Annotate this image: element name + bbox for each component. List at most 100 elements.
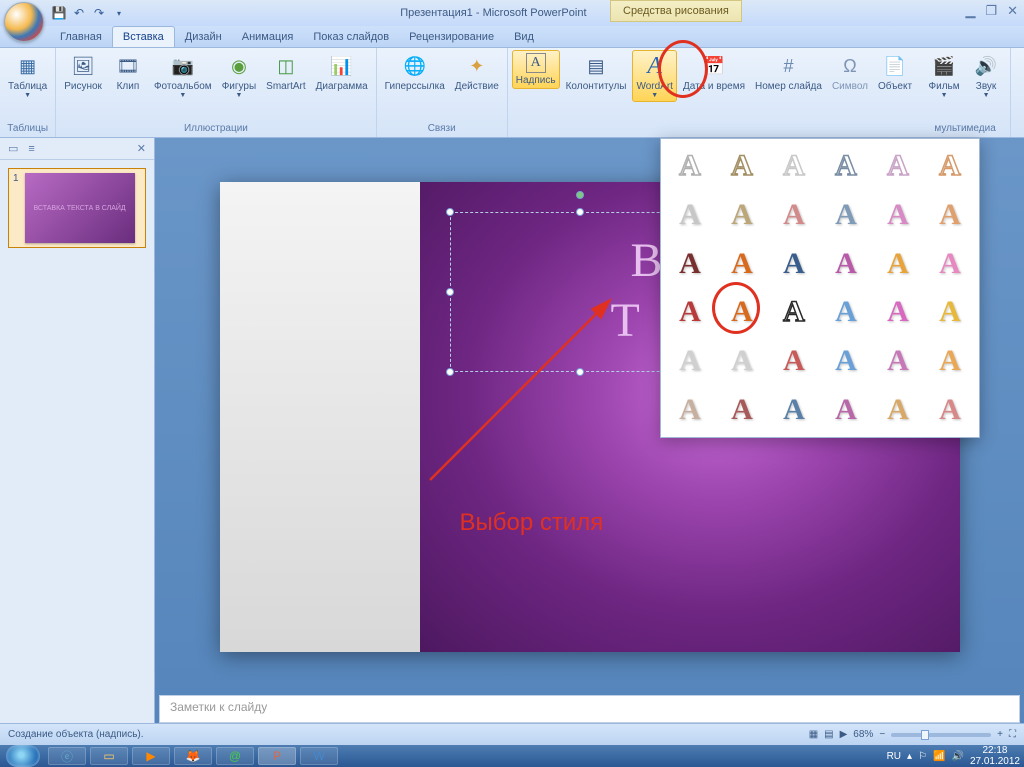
wordart-style-4[interactable]: A	[873, 143, 923, 190]
view-sorter-icon[interactable]: ▤	[824, 729, 833, 740]
wordart-style-25[interactable]: A	[717, 338, 767, 385]
wordart-style-22[interactable]: A	[873, 289, 923, 336]
start-button[interactable]	[6, 745, 40, 767]
wordart-style-14[interactable]: A	[769, 240, 819, 287]
wordart-style-17[interactable]: A	[925, 240, 975, 287]
tab-home[interactable]: Главная	[50, 27, 112, 47]
notes-pane[interactable]: Заметки к слайду	[159, 695, 1020, 723]
wordart-style-20[interactable]: A	[769, 289, 819, 336]
zoom-in-icon[interactable]: +	[997, 729, 1003, 740]
tab-animation[interactable]: Анимация	[232, 27, 304, 47]
wordart-style-26[interactable]: A	[769, 338, 819, 385]
tab-slideshow[interactable]: Показ слайдов	[303, 27, 399, 47]
wordart-style-0[interactable]: A	[665, 143, 715, 190]
chart-button[interactable]: 📊Диаграмма	[312, 50, 372, 95]
redo-icon[interactable]: ↷	[90, 4, 108, 22]
shapes-button[interactable]: ◉Фигуры▼	[218, 50, 260, 102]
tab-view[interactable]: Вид	[504, 27, 544, 47]
clock[interactable]: 22:18 27.01.2012	[970, 745, 1020, 767]
object-button[interactable]: 📄Объект	[874, 50, 916, 95]
wordart-style-9[interactable]: A	[821, 192, 871, 239]
wordart-style-1[interactable]: A	[717, 143, 767, 190]
tab-insert[interactable]: Вставка	[112, 26, 175, 47]
language-indicator[interactable]: RU	[887, 751, 901, 762]
wordart-style-15[interactable]: A	[821, 240, 871, 287]
wordart-button[interactable]: AWordArt▼	[632, 50, 677, 102]
task-ie[interactable]: ⓔ	[48, 747, 86, 765]
task-player[interactable]: ▶	[132, 747, 170, 765]
wordart-style-34[interactable]: A	[873, 386, 923, 433]
sound-button[interactable]: 🔊Звук▼	[966, 50, 1006, 102]
wordart-style-27[interactable]: A	[821, 338, 871, 385]
wordart-style-16[interactable]: A	[873, 240, 923, 287]
zoom-slider-thumb[interactable]	[921, 730, 929, 740]
slide-thumbnail-1[interactable]: 1 ВСТАВКА ТЕКСТА В СЛАЙД	[8, 168, 146, 248]
wordart-style-29[interactable]: A	[925, 338, 975, 385]
view-slideshow-icon[interactable]: ▶	[840, 729, 848, 740]
wordart-style-6[interactable]: A	[665, 192, 715, 239]
wordart-style-3[interactable]: A	[821, 143, 871, 190]
fit-icon[interactable]: ⛶	[1009, 729, 1016, 740]
movie-button[interactable]: 🎬Фильм▼	[924, 50, 964, 102]
wordart-style-13[interactable]: A	[717, 240, 767, 287]
wordart-style-35[interactable]: A	[925, 386, 975, 433]
wordart-style-12[interactable]: A	[665, 240, 715, 287]
wordart-style-24[interactable]: A	[665, 338, 715, 385]
resize-handle-mb[interactable]	[576, 368, 584, 376]
action-button[interactable]: ✦Действие	[451, 50, 503, 95]
table-button[interactable]: ▦ Таблица ▼	[4, 50, 51, 102]
wordart-style-11[interactable]: A	[925, 192, 975, 239]
outline-tab-icon[interactable]: ≡	[28, 143, 34, 155]
resize-handle-tl[interactable]	[446, 208, 454, 216]
datetime-button[interactable]: 📅Дата и время	[679, 50, 749, 95]
album-button[interactable]: 📷Фотоальбом▼	[150, 50, 216, 102]
contextual-tab-drawing[interactable]: Средства рисования	[610, 0, 742, 22]
slides-tab-icon[interactable]: ▭	[8, 142, 18, 155]
resize-handle-mt[interactable]	[576, 208, 584, 216]
wordart-style-19[interactable]: A	[717, 289, 767, 336]
wordart-style-5[interactable]: A	[925, 143, 975, 190]
minimize-icon[interactable]: ▁	[965, 3, 975, 19]
wordart-style-32[interactable]: A	[769, 386, 819, 433]
wordart-style-7[interactable]: A	[717, 192, 767, 239]
slidenum-button[interactable]: #Номер слайда	[751, 50, 826, 95]
close-icon[interactable]: ✕	[1007, 3, 1018, 19]
wordart-style-28[interactable]: A	[873, 338, 923, 385]
smartart-button[interactable]: ◫SmartArt	[262, 50, 309, 95]
restore-icon[interactable]: ❐	[985, 3, 997, 19]
tray-flag-icon[interactable]: ⚐	[918, 751, 927, 762]
rotate-handle[interactable]	[576, 191, 584, 199]
task-mail[interactable]: @	[216, 747, 254, 765]
tab-design[interactable]: Дизайн	[175, 27, 232, 47]
zoom-slider[interactable]	[891, 733, 991, 737]
task-explorer[interactable]: ▭	[90, 747, 128, 765]
resize-handle-bl[interactable]	[446, 368, 454, 376]
qat-more-icon[interactable]: ▾	[110, 4, 128, 22]
wordart-style-23[interactable]: A	[925, 289, 975, 336]
wordart-style-8[interactable]: A	[769, 192, 819, 239]
tab-review[interactable]: Рецензирование	[399, 27, 504, 47]
office-button[interactable]	[4, 2, 44, 42]
task-powerpoint[interactable]: P	[258, 747, 296, 765]
task-word[interactable]: W	[300, 747, 338, 765]
wordart-style-2[interactable]: A	[769, 143, 819, 190]
symbol-button[interactable]: ΩСимвол	[828, 50, 872, 95]
wordart-style-33[interactable]: A	[821, 386, 871, 433]
undo-icon[interactable]: ↶	[70, 4, 88, 22]
view-normal-icon[interactable]: ▦	[809, 729, 818, 740]
wordart-style-30[interactable]: A	[665, 386, 715, 433]
zoom-out-icon[interactable]: −	[879, 729, 885, 740]
tray-network-icon[interactable]: 📶	[933, 751, 945, 762]
task-firefox[interactable]: 🦊	[174, 747, 212, 765]
wordart-style-18[interactable]: A	[665, 289, 715, 336]
hyperlink-button[interactable]: 🌐Гиперссылка	[381, 50, 449, 95]
wordart-style-31[interactable]: A	[717, 386, 767, 433]
wordart-style-10[interactable]: A	[873, 192, 923, 239]
close-panel-icon[interactable]: ✕	[137, 142, 146, 155]
clip-button[interactable]: 🎞Клип	[108, 50, 148, 95]
tray-volume-icon[interactable]: 🔊	[951, 751, 963, 762]
save-icon[interactable]: 💾	[50, 4, 68, 22]
headerfooter-button[interactable]: ▤Колонтитулы	[562, 50, 631, 95]
wordart-style-21[interactable]: A	[821, 289, 871, 336]
picture-button[interactable]: 🖼Рисунок	[60, 50, 106, 95]
